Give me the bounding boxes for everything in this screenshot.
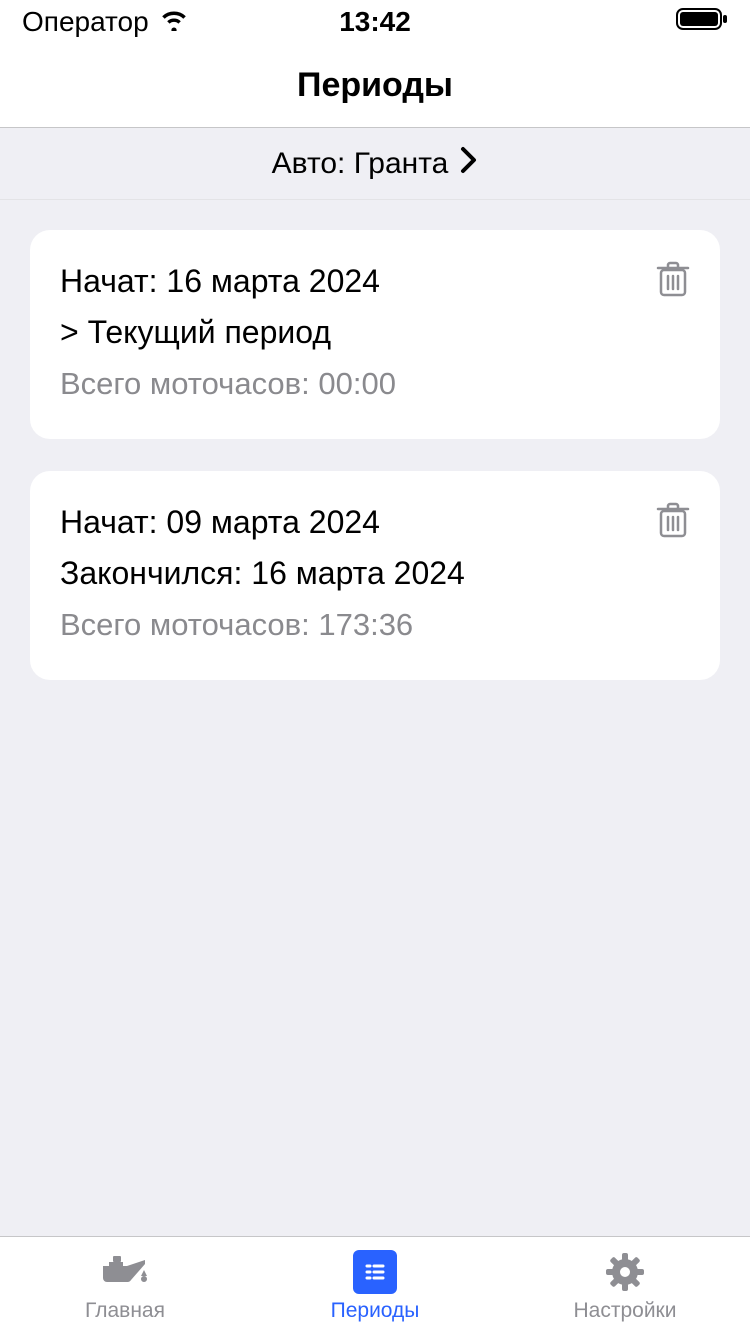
- tab-settings[interactable]: Настройки: [500, 1237, 750, 1334]
- period-started: Начат: 16 марта 2024: [60, 256, 640, 307]
- period-card[interactable]: Начат: 09 марта 2024 Закончился: 16 март…: [30, 471, 720, 680]
- period-card[interactable]: Начат: 16 марта 2024 > Текущий период Вс…: [30, 230, 720, 439]
- tab-label: Главная: [85, 1299, 165, 1323]
- status-left: Оператор: [22, 6, 189, 38]
- page-title: Периоды: [297, 66, 453, 105]
- delete-period-button[interactable]: [656, 260, 690, 303]
- tab-label: Настройки: [574, 1299, 677, 1323]
- trash-icon: [656, 285, 690, 302]
- nav-bar: Периоды: [0, 44, 750, 128]
- period-ended: Закончился: 16 марта 2024: [60, 548, 640, 599]
- period-status: > Текущий период: [60, 307, 640, 358]
- period-hours: Всего моточасов: 173:36: [60, 599, 640, 652]
- status-right: [676, 6, 728, 38]
- oil-can-icon: [97, 1249, 153, 1295]
- car-selector-label: Авто: Гранта: [272, 147, 449, 181]
- trash-icon: [656, 526, 690, 543]
- tab-bar: Главная Периоды: [0, 1236, 750, 1334]
- battery-icon: [676, 6, 728, 38]
- tab-periods[interactable]: Периоды: [250, 1237, 500, 1334]
- car-selector[interactable]: Авто: Гранта: [0, 128, 750, 200]
- periods-list: Начат: 16 марта 2024 > Текущий период Вс…: [0, 200, 750, 680]
- list-icon: [353, 1249, 397, 1295]
- period-started: Начат: 09 марта 2024: [60, 497, 640, 548]
- wifi-icon: [159, 6, 189, 38]
- delete-period-button[interactable]: [656, 501, 690, 544]
- status-bar: Оператор 13:42: [0, 0, 750, 44]
- carrier-label: Оператор: [22, 6, 149, 38]
- period-hours: Всего моточасов: 00:00: [60, 358, 640, 411]
- tab-home[interactable]: Главная: [0, 1237, 250, 1334]
- period-card-body: Начат: 16 марта 2024 > Текущий период Вс…: [60, 256, 640, 411]
- clock: 13:42: [339, 6, 411, 38]
- gear-icon: [603, 1249, 647, 1295]
- chevron-right-icon: [460, 146, 478, 182]
- tab-label: Периоды: [331, 1299, 420, 1323]
- period-card-body: Начат: 09 марта 2024 Закончился: 16 март…: [60, 497, 640, 652]
